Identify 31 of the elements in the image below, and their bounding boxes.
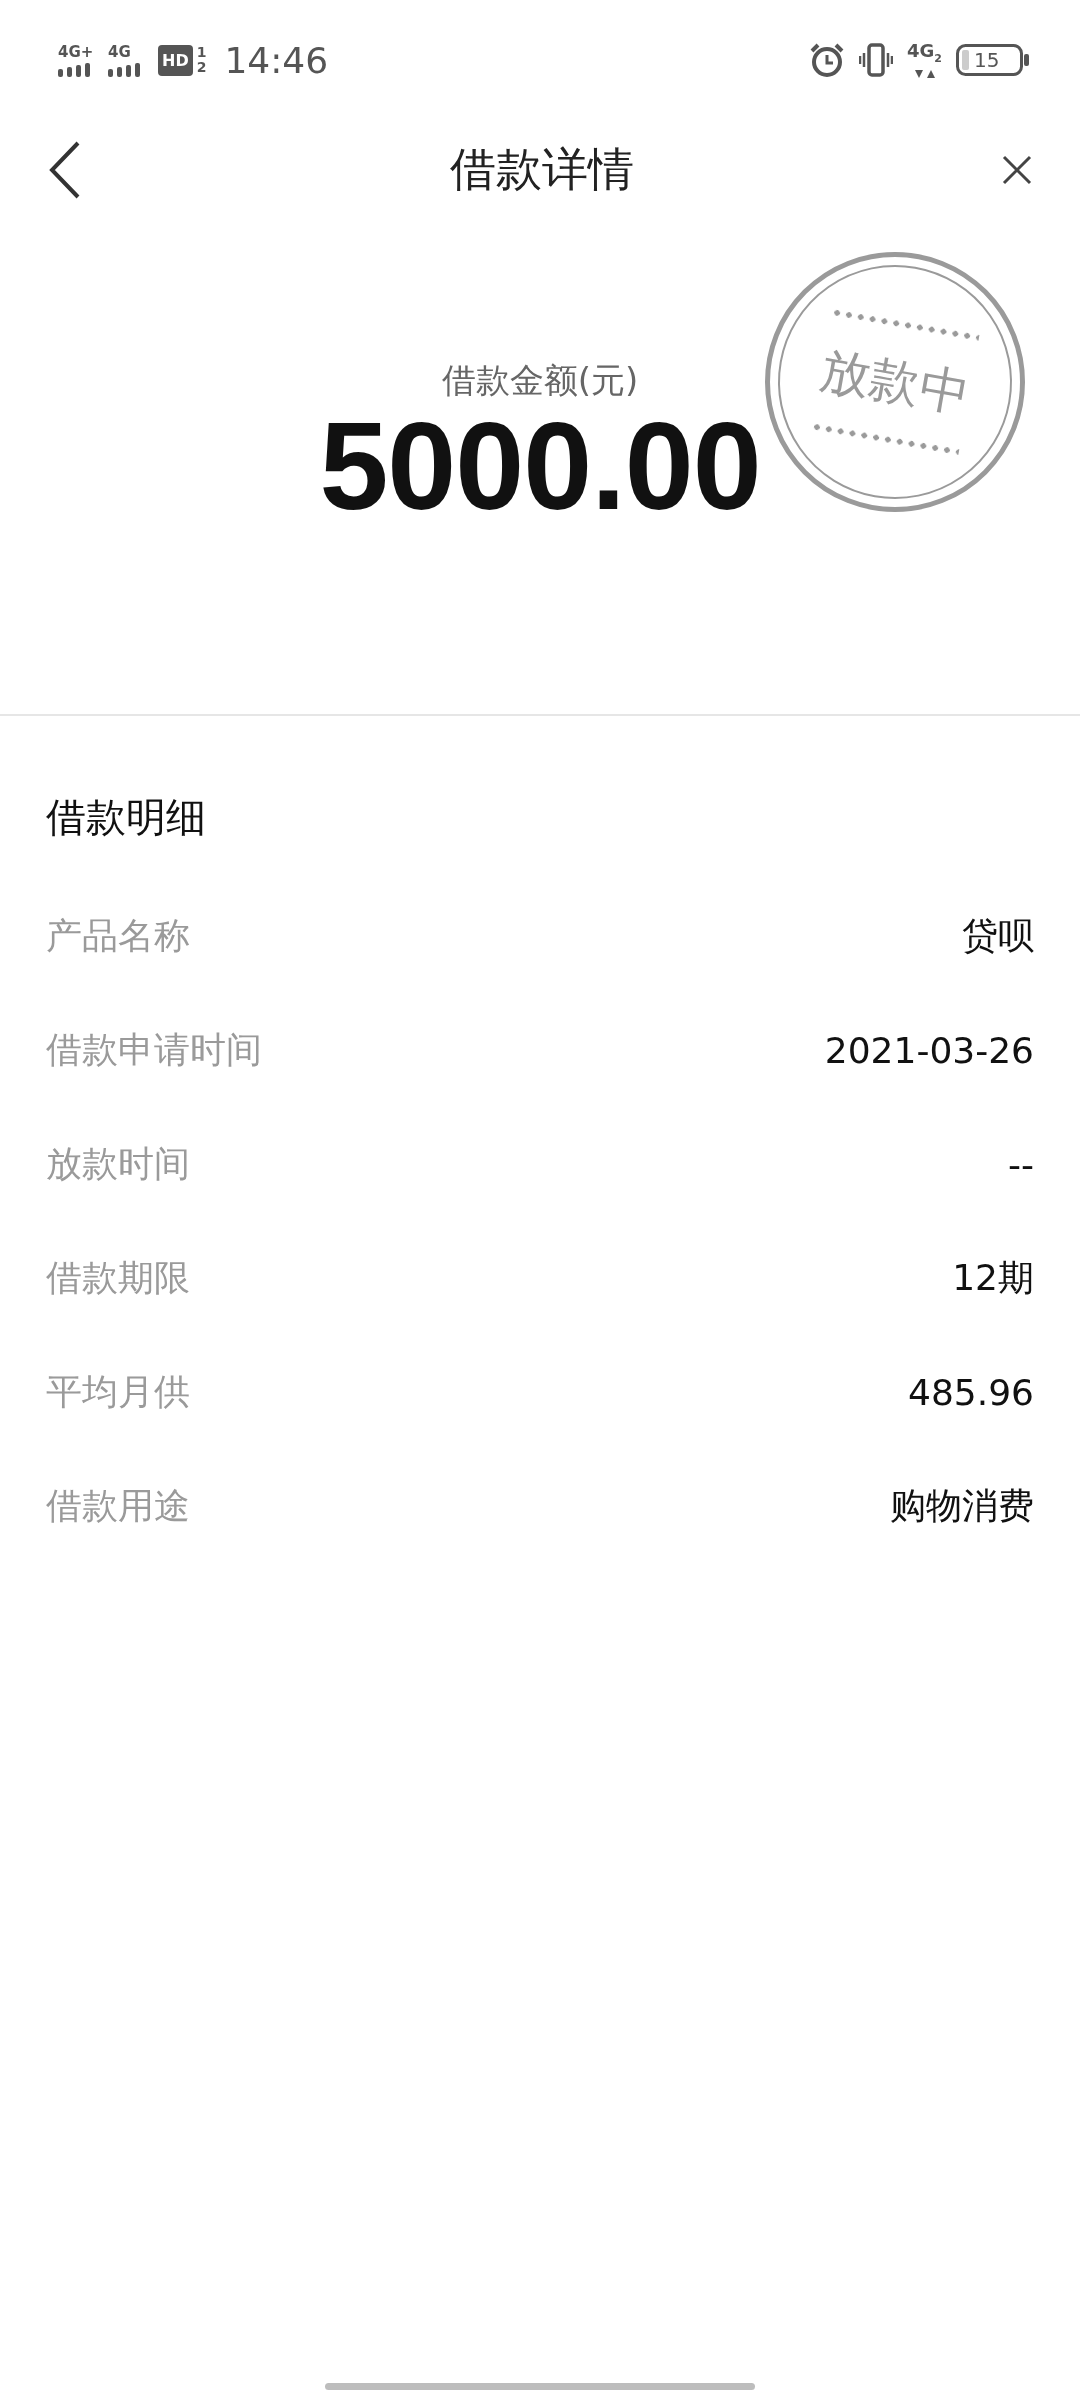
network-label: 4G xyxy=(108,43,131,60)
detail-label: 平均月供 xyxy=(46,1369,190,1414)
detail-label: 产品名称 xyxy=(46,913,190,958)
network-label: 4G+ xyxy=(58,43,94,60)
back-icon[interactable] xyxy=(48,141,82,199)
detail-label: 放款时间 xyxy=(46,1141,190,1186)
data-arrows-icon xyxy=(913,68,936,79)
clock-time: 14:46 xyxy=(224,39,329,81)
network-label: 4G$_{2}$ xyxy=(907,41,942,67)
detail-value: 12期 xyxy=(952,1255,1034,1300)
detail-value: 购物消费 xyxy=(890,1483,1034,1528)
detail-label: 借款期限 xyxy=(46,1255,190,1300)
detail-value: 485.96 xyxy=(908,1371,1034,1413)
amount-label: 借款金额(元) xyxy=(441,360,639,401)
alarm-icon xyxy=(809,43,846,77)
battery-level: 15 xyxy=(974,49,1000,71)
sim-index: 1 xyxy=(196,45,207,60)
loan-amount: 5000.00 xyxy=(319,400,761,531)
sim-index: 2 xyxy=(196,60,207,75)
stamp-text: 放款中 xyxy=(816,344,974,420)
vibrate-icon xyxy=(859,43,894,77)
detail-label: 借款申请时间 xyxy=(46,1027,262,1072)
hd-badge: HD xyxy=(158,44,193,76)
close-icon[interactable] xyxy=(1002,155,1032,185)
section-title: 借款明细 xyxy=(46,793,207,842)
detail-value: 贷呗 xyxy=(962,913,1034,958)
detail-value: -- xyxy=(1008,1143,1034,1185)
detail-label: 借款用途 xyxy=(46,1483,190,1528)
detail-value: 2021-03-26 xyxy=(824,1029,1034,1071)
page-title: 借款详情 xyxy=(450,141,634,198)
battery-icon xyxy=(956,44,1030,76)
